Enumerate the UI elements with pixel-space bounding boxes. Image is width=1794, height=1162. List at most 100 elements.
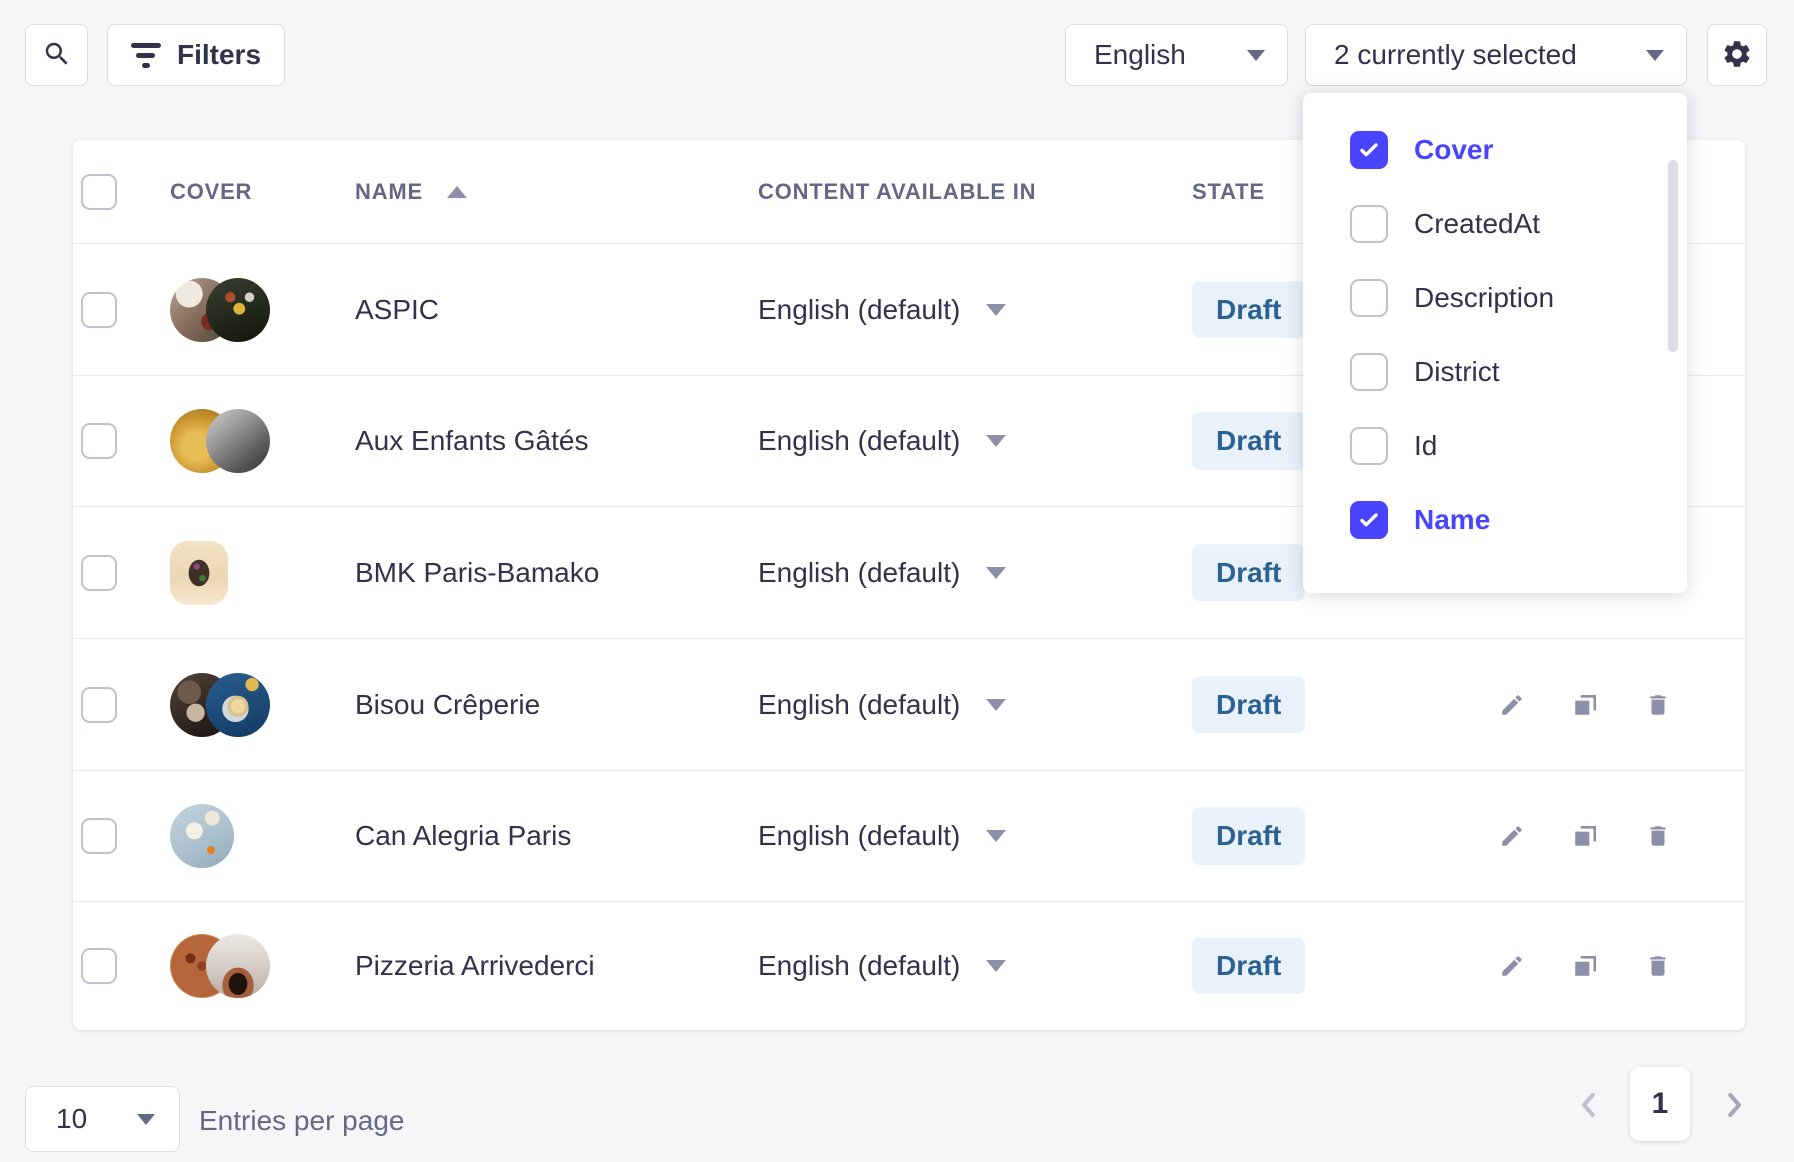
locale-cell-dropdown[interactable]: English (default) [758, 820, 1006, 852]
delete-button[interactable] [1640, 687, 1676, 723]
duplicate-button[interactable] [1567, 687, 1603, 723]
locale-cell-dropdown[interactable]: English (default) [758, 294, 1006, 326]
edit-button[interactable] [1494, 687, 1530, 723]
chevron-down-icon [986, 567, 1006, 579]
pencil-icon [1499, 823, 1525, 849]
column-header-content-available-in: CONTENT AVAILABLE IN [758, 179, 1036, 205]
chevron-down-icon [986, 435, 1006, 447]
edit-button[interactable] [1494, 818, 1530, 854]
chevron-down-icon [986, 830, 1006, 842]
page-size-select[interactable]: 10 [25, 1086, 180, 1152]
dropdown-scrollbar[interactable] [1668, 160, 1678, 352]
duplicate-button[interactable] [1567, 948, 1603, 984]
cover-avatar [206, 673, 270, 737]
row-actions [1494, 818, 1676, 854]
status-badge: Draft [1192, 937, 1305, 995]
table-row[interactable]: Can Alegria Paris English (default) Draf… [73, 771, 1745, 902]
column-option-label: Description [1414, 282, 1554, 314]
chevron-down-icon [986, 304, 1006, 316]
columns-select[interactable]: 2 currently selected [1305, 24, 1687, 86]
trash-icon [1645, 823, 1671, 849]
checkbox[interactable] [1350, 353, 1388, 391]
previous-page-button[interactable] [1572, 1088, 1606, 1122]
cover-avatar [206, 278, 270, 342]
state-cell: Draft [1192, 807, 1305, 865]
locale-select-value: English [1094, 39, 1186, 71]
cover-cell [170, 934, 270, 998]
chevron-down-icon [1247, 50, 1265, 61]
check-icon [1357, 138, 1381, 162]
cover-cell [170, 409, 270, 473]
settings-button[interactable] [1707, 24, 1767, 86]
select-all-checkbox[interactable] [81, 174, 117, 210]
row-checkbox[interactable] [81, 423, 117, 459]
entry-name: Pizzeria Arrivederci [355, 950, 595, 982]
locale-cell-dropdown[interactable]: English (default) [758, 557, 1006, 589]
row-checkbox[interactable] [81, 687, 117, 723]
status-badge: Draft [1192, 807, 1305, 865]
row-checkbox[interactable] [81, 555, 117, 591]
column-option-label: Id [1414, 430, 1437, 462]
status-badge: Draft [1192, 412, 1305, 470]
entry-name: Can Alegria Paris [355, 820, 571, 852]
cover-cell [170, 804, 234, 868]
pencil-icon [1499, 953, 1525, 979]
entry-name: Aux Enfants Gâtés [355, 425, 588, 457]
chevron-down-icon [1646, 50, 1664, 61]
search-button[interactable] [25, 24, 88, 86]
checkbox[interactable] [1350, 427, 1388, 465]
locale-cell-dropdown[interactable]: English (default) [758, 950, 1006, 982]
entry-name: BMK Paris-Bamako [355, 557, 599, 589]
trash-icon [1645, 953, 1671, 979]
locale-cell-dropdown[interactable]: English (default) [758, 689, 1006, 721]
state-cell: Draft [1192, 544, 1305, 602]
column-option-createdat[interactable]: CreatedAt [1303, 187, 1687, 261]
cover-avatar [206, 934, 270, 998]
column-option-label: Cover [1414, 134, 1493, 166]
checkbox[interactable] [1350, 279, 1388, 317]
next-page-button[interactable] [1717, 1088, 1751, 1122]
column-option-description[interactable]: Description [1303, 261, 1687, 335]
row-checkbox[interactable] [81, 818, 117, 854]
column-option-label: Name [1414, 504, 1490, 536]
column-header-state: STATE [1192, 179, 1265, 205]
delete-button[interactable] [1640, 948, 1676, 984]
locale-select[interactable]: English [1065, 24, 1288, 86]
column-option-name[interactable]: Name [1303, 483, 1687, 557]
filters-label: Filters [177, 39, 261, 71]
column-header-name[interactable]: NAME [355, 179, 467, 205]
delete-button[interactable] [1640, 818, 1676, 854]
table-row[interactable]: Bisou Crêperie English (default) Draft [73, 639, 1745, 771]
filters-button[interactable]: Filters [107, 24, 285, 86]
content-manager-list-view: Filters English 2 currently selected COV… [0, 0, 1794, 1162]
gear-icon [1721, 38, 1753, 73]
edit-button[interactable] [1494, 948, 1530, 984]
checkbox[interactable] [1350, 205, 1388, 243]
page-number-button[interactable]: 1 [1630, 1067, 1690, 1141]
row-checkbox[interactable] [81, 948, 117, 984]
column-option-label: CreatedAt [1414, 208, 1540, 240]
table-row[interactable]: Pizzeria Arrivederci English (default) D… [73, 902, 1745, 1029]
checkbox[interactable] [1350, 501, 1388, 539]
cover-cell [170, 673, 270, 737]
column-option-district[interactable]: District [1303, 335, 1687, 409]
chevron-down-icon [986, 699, 1006, 711]
status-badge: Draft [1192, 544, 1305, 602]
column-option-cover[interactable]: Cover [1303, 113, 1687, 187]
locale-cell-dropdown[interactable]: English (default) [758, 425, 1006, 457]
column-header-cover: COVER [170, 179, 252, 205]
chevron-left-icon [1578, 1090, 1600, 1120]
column-option-id[interactable]: Id [1303, 409, 1687, 483]
copy-icon [1572, 953, 1598, 979]
checkbox[interactable] [1350, 131, 1388, 169]
cover-avatar [170, 541, 228, 605]
copy-icon [1572, 823, 1598, 849]
cover-cell [170, 278, 270, 342]
row-actions [1494, 687, 1676, 723]
entry-name: Bisou Crêperie [355, 689, 540, 721]
state-cell: Draft [1192, 676, 1305, 734]
duplicate-button[interactable] [1567, 818, 1603, 854]
columns-dropdown-panel: Cover CreatedAt Description District Id … [1303, 93, 1687, 593]
row-checkbox[interactable] [81, 292, 117, 328]
cover-avatar [170, 804, 234, 868]
